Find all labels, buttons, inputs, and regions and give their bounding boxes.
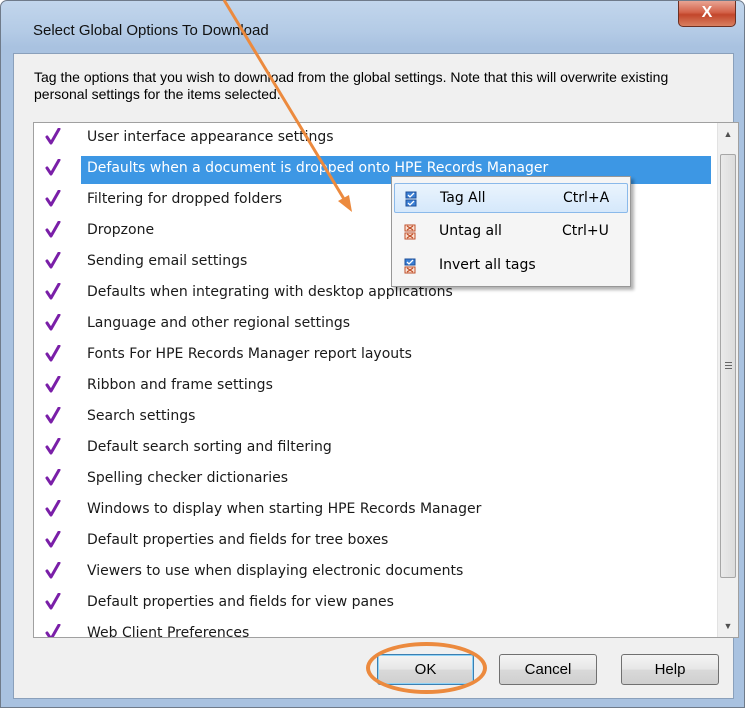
ok-annotation-circle [366,642,487,694]
list-item-label: Dropzone [87,222,155,238]
list-item[interactable]: Windows to display when starting HPE Rec… [34,495,717,526]
list-item[interactable]: Search settings [34,402,717,433]
list-item-label: Windows to display when starting HPE Rec… [87,501,482,517]
menu-item-shortcut: Ctrl+U [562,223,609,239]
menu-item-untag-all[interactable]: Untag all Ctrl+U [394,217,628,247]
list-item-label: Spelling checker dictionaries [87,470,288,486]
options-listbox[interactable]: User interface appearance settings Defaul… [33,122,739,638]
list-item[interactable]: Fonts For HPE Records Manager report lay… [34,340,717,371]
checkmark-icon[interactable] [45,282,61,301]
vertical-scrollbar[interactable]: ▲ ▼ [717,123,738,637]
list-item[interactable]: Viewers to use when displaying electroni… [34,557,717,588]
list-item-label: Fonts For HPE Records Manager report lay… [87,346,412,362]
menu-item-label: Tag All [440,190,486,206]
menu-item-shortcut: Ctrl+A [563,190,610,206]
scroll-down-arrow-icon[interactable]: ▼ [718,617,738,635]
list-item-label: User interface appearance settings [87,129,334,145]
list-item-label: Viewers to use when displaying electroni… [87,563,464,579]
list-item[interactable]: Language and other regional settings [34,309,717,340]
checkmark-icon[interactable] [45,220,61,239]
scrollbar-thumb[interactable] [720,154,736,578]
checkmark-icon[interactable] [45,313,61,332]
checkmark-icon[interactable] [45,158,61,177]
list-item-label: Sending email settings [87,253,248,269]
untag-all-icon [404,224,416,240]
list-item-label: Filtering for dropped folders [87,191,283,207]
list-item-label: Default properties and fields for tree b… [87,532,389,548]
list-item[interactable]: Spelling checker dictionaries [34,464,717,495]
menu-item-tag-all[interactable]: Tag All Ctrl+A [394,183,628,213]
list-item[interactable]: User interface appearance settings [34,123,717,154]
checkmark-icon[interactable] [45,189,61,208]
checkmark-icon[interactable] [45,623,61,637]
list-item-label: Ribbon and frame settings [87,377,273,393]
list-item[interactable]: Ribbon and frame settings [34,371,717,402]
checkmark-icon[interactable] [45,406,61,425]
menu-item-invert-all-tags[interactable]: Invert all tags [394,251,628,281]
scroll-up-arrow-icon[interactable]: ▲ [718,125,738,143]
checkmark-icon[interactable] [45,437,61,456]
list-item[interactable]: Default properties and fields for view p… [34,588,717,619]
close-button[interactable]: X [678,1,736,27]
description-text: Tag the options that you wish to downloa… [34,69,669,102]
dialog-title: Select Global Options To Download [33,22,269,39]
help-button[interactable]: Help [621,654,719,685]
invert-tags-icon [404,258,416,274]
menu-item-label: Untag all [439,223,502,239]
list-item-label: Default properties and fields for view p… [87,594,394,610]
checkmark-icon[interactable] [45,592,61,611]
list-item-label: Web Client Preferences [87,625,250,638]
cancel-button[interactable]: Cancel [499,654,597,685]
menu-item-label: Invert all tags [439,257,536,273]
checkmark-icon[interactable] [45,251,61,270]
list-item-label: Language and other regional settings [87,315,351,331]
list-item[interactable]: Default properties and fields for tree b… [34,526,717,557]
checkmark-icon[interactable] [45,468,61,487]
list-item-label: Defaults when a document is dropped onto… [87,160,549,176]
close-icon: X [701,4,713,21]
list-item[interactable]: Web Client Preferences [34,619,717,638]
list-item-label: Default search sorting and filtering [87,439,332,455]
checkmark-icon[interactable] [45,344,61,363]
list-item-label: Search settings [87,408,196,424]
checkmark-icon[interactable] [45,375,61,394]
grip-icon [725,362,732,371]
list-item[interactable]: Default search sorting and filtering [34,433,717,464]
checkmark-icon[interactable] [45,530,61,549]
title-bar[interactable]: Select Global Options To Download X [1,1,744,55]
tag-all-icon [405,191,417,207]
context-menu: Tag All Ctrl+A Untag all Ctrl+U Invert a… [391,176,631,287]
checkmark-icon[interactable] [45,127,61,146]
checkmark-icon[interactable] [45,499,61,518]
checkmark-icon[interactable] [45,561,61,580]
